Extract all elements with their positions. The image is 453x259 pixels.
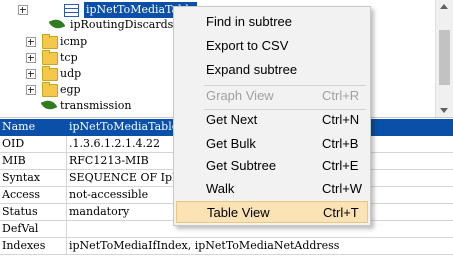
- menu-item-label: Get Subtree: [206, 158, 277, 173]
- folder-icon: [42, 34, 58, 49]
- expand-icon[interactable]: [18, 5, 28, 15]
- folder-icon: [42, 66, 58, 81]
- property-key: MIB: [2, 154, 26, 167]
- tree-item-label: egp: [60, 83, 81, 96]
- menu-item-graph-view: Graph View Ctrl+R: [176, 85, 368, 107]
- tree-item-label: udp: [60, 67, 82, 80]
- tree-item-label: ipRoutingDiscards: [70, 18, 174, 31]
- column-divider: [66, 221, 67, 237]
- menu-item-get-bulk[interactable]: Get Bulk Ctrl+B: [176, 133, 368, 155]
- menu-item-walk[interactable]: Walk Ctrl+W: [176, 178, 368, 200]
- expand-icon[interactable]: [26, 69, 36, 79]
- column-divider: [66, 238, 67, 254]
- menu-item-label: Walk: [206, 181, 235, 196]
- menu-item-label: Find in subtree: [206, 14, 292, 29]
- column-divider: [66, 136, 67, 152]
- leaf-icon: [48, 16, 66, 32]
- property-value: ipNetToMediaTable: [69, 120, 179, 133]
- property-key: Indexes: [2, 239, 46, 252]
- expand-icon[interactable]: [26, 85, 36, 95]
- column-divider: [66, 204, 67, 220]
- property-value: ipNetToMediaIfIndex, ipNetToMediaNetAddr…: [69, 239, 340, 252]
- scroll-down-icon[interactable]: [440, 108, 448, 113]
- table-icon: [64, 4, 79, 17]
- property-row-indexes[interactable]: Indexes ipNetToMediaIfIndex, ipNetToMedi…: [0, 238, 453, 255]
- property-key: DefVal: [2, 222, 39, 235]
- menu-item-expand-subtree[interactable]: Expand subtree: [176, 59, 368, 81]
- folder-icon: [42, 50, 58, 65]
- property-key: OID: [2, 137, 25, 150]
- property-key: Syntax: [2, 171, 41, 184]
- menu-item-label: Export to CSV: [206, 38, 289, 53]
- tree-item-label: transmission: [60, 99, 132, 112]
- tree-item-label: tcp: [60, 51, 78, 64]
- menu-item-table-view[interactable]: Table View Ctrl+T: [176, 201, 368, 223]
- expand-icon[interactable]: [26, 53, 36, 63]
- column-divider: [66, 187, 67, 203]
- leaf-icon: [40, 97, 58, 113]
- menu-item-export-to-csv[interactable]: Export to CSV: [176, 35, 368, 57]
- menu-item-shortcut: Ctrl+B: [322, 136, 359, 151]
- vertical-scrollbar[interactable]: [435, 0, 453, 117]
- menu-item-get-next[interactable]: Get Next Ctrl+N: [176, 109, 368, 131]
- menu-item-label: Table View: [207, 205, 270, 220]
- property-value: RFC1213-MIB: [69, 154, 149, 167]
- menu-item-find-in-subtree[interactable]: Find in subtree: [176, 11, 368, 33]
- tree-item-label: icmp: [60, 35, 88, 48]
- menu-item-label: Expand subtree: [206, 62, 298, 77]
- property-key: Status: [2, 205, 38, 218]
- menu-item-shortcut: Ctrl+T: [323, 205, 359, 220]
- property-value: .1.3.6.1.2.1.4.22: [69, 137, 160, 150]
- property-value: mandatory: [69, 205, 130, 218]
- property-key: Name: [2, 120, 36, 133]
- context-menu[interactable]: Find in subtree Export to CSV Expand sub…: [173, 6, 371, 226]
- menu-item-shortcut: Ctrl+N: [322, 112, 360, 127]
- menu-item-shortcut: Ctrl+E: [322, 158, 359, 173]
- menu-item-shortcut: Ctrl+W: [322, 181, 363, 196]
- property-value: not-accessible: [69, 188, 149, 201]
- column-divider: [66, 153, 67, 169]
- menu-item-shortcut: Ctrl+R: [322, 88, 360, 103]
- scroll-up-icon[interactable]: [440, 4, 448, 9]
- menu-item-label: Get Next: [206, 112, 258, 127]
- menu-item-get-subtree[interactable]: Get Subtree Ctrl+E: [176, 155, 368, 177]
- expand-icon[interactable]: [26, 37, 36, 47]
- property-value: SEQUENCE OF IpNe: [69, 171, 189, 184]
- menu-item-label: Graph View: [206, 88, 274, 103]
- menu-item-label: Get Bulk: [206, 136, 256, 151]
- folder-icon: [42, 82, 58, 97]
- property-key: Access: [2, 188, 41, 201]
- scroll-thumb[interactable]: [439, 30, 450, 85]
- column-divider: [66, 170, 67, 186]
